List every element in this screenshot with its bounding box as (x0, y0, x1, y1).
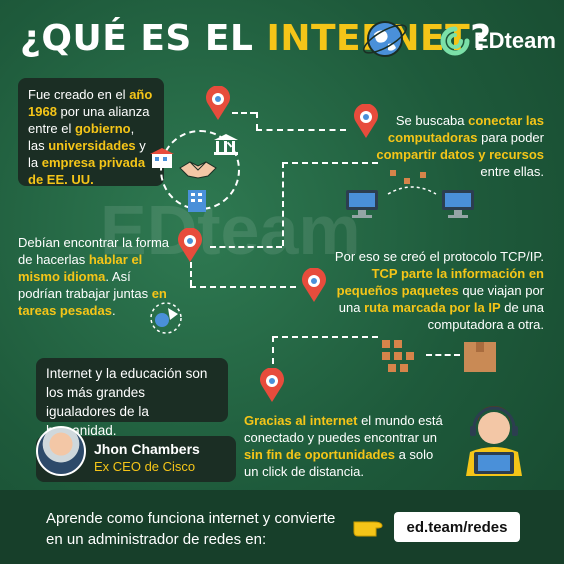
course-link[interactable]: ed.team/redes (394, 512, 520, 542)
author-name: Jhon Chambers (94, 441, 200, 457)
connector-line (190, 262, 192, 286)
footer-text: Aprende como funciona internet y convier… (46, 510, 336, 548)
map-pin-icon (260, 368, 284, 402)
page-title: ¿QUÉ ES EL INTERNET? (20, 18, 492, 59)
edteam-logo-icon (440, 26, 470, 56)
connector-line (256, 112, 258, 130)
tcpip-text: Por eso se creó el protocolo TCP/IP. TCP… (334, 249, 544, 332)
globe-icon (363, 21, 407, 57)
connector-line (282, 162, 284, 246)
data-packet-icon (387, 170, 437, 195)
connector-line (282, 162, 378, 164)
map-pin-icon (302, 268, 326, 302)
author-role: Ex CEO de Cisco (94, 459, 196, 474)
university-icon (214, 134, 238, 155)
data-packet-icon (382, 340, 414, 372)
avatar (36, 426, 86, 476)
brand-logo: EDteam (440, 26, 556, 56)
connector-line (426, 354, 460, 356)
brand-name: EDteam (474, 28, 556, 53)
history-card: Fue creado en el año 1968 por una alianz… (18, 78, 164, 187)
support-agent-icon (466, 406, 522, 476)
connector-line (272, 336, 274, 364)
map-pin-icon (206, 86, 230, 120)
handshake-icon (179, 161, 217, 179)
computer-icon (346, 190, 378, 218)
conclusion-text: Gracias al internet el mundo está conect… (244, 413, 443, 479)
computer-icon (442, 190, 474, 218)
office-building-icon (188, 190, 206, 212)
connector-line (190, 286, 296, 288)
connector-line (210, 246, 282, 248)
box-icon (464, 342, 496, 372)
connector-line (256, 129, 346, 131)
connector-line (232, 112, 256, 114)
connector-line (272, 336, 378, 338)
pointing-hand-icon (353, 521, 383, 537)
satellite-icon (150, 302, 182, 334)
quote-box: Internet y la educación son los más gran… (36, 358, 228, 438)
government-building-icon (150, 148, 174, 168)
map-pin-icon (178, 228, 202, 262)
